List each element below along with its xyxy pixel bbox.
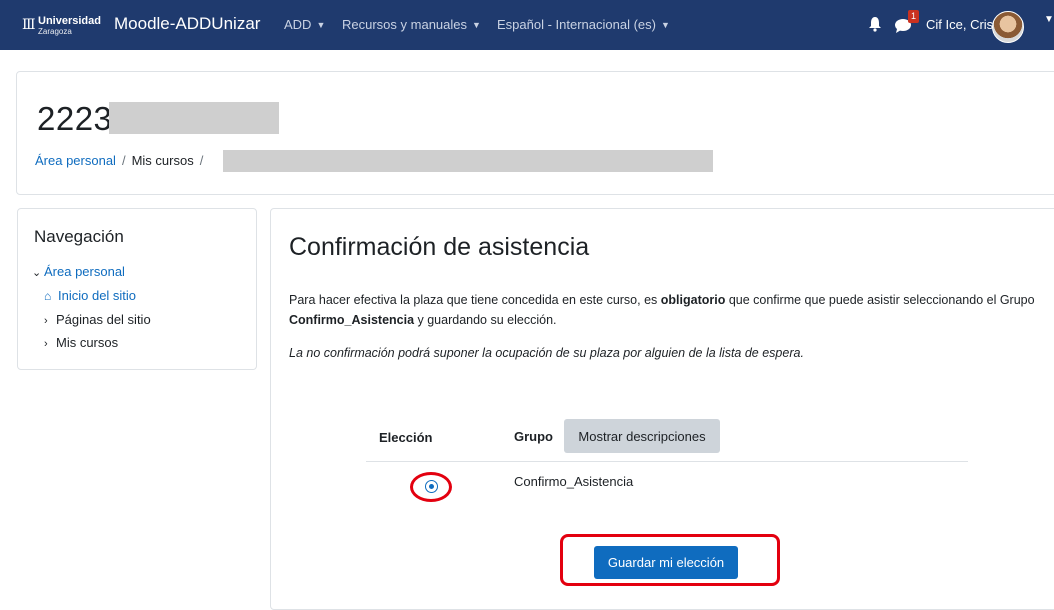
menu-recursos[interactable]: Recursos y manuales ▼ <box>342 17 481 32</box>
intro-part1: Para hacer efectiva la plaza que tiene c… <box>289 293 661 307</box>
save-choice-button[interactable]: Guardar mi elección <box>594 546 738 579</box>
choice-radio[interactable] <box>425 480 438 493</box>
intro-bold1: obligatorio <box>660 293 726 307</box>
chevron-down-icon[interactable]: ▼ <box>1044 14 1054 25</box>
nav-item-inicio[interactable]: ⌂ Inicio del sitio <box>44 288 136 303</box>
menu-language[interactable]: Español - Internacional (es) ▼ <box>497 17 670 32</box>
logo-line2: Zaragoza <box>38 27 72 36</box>
table-divider <box>366 461 968 462</box>
page-header: 2223 Área personal / Mis cursos / <box>16 71 1054 195</box>
university-logo[interactable]: Ⅲ Universidad Zaragoza <box>22 14 102 38</box>
chevron-right-icon: › <box>44 338 48 350</box>
option-label: Confirmo_Asistencia <box>514 474 634 489</box>
home-icon: ⌂ <box>44 289 52 303</box>
nav-item-label: Páginas del sitio <box>56 312 151 327</box>
intro-part2: que confirme que puede asistir seleccion… <box>725 293 1035 307</box>
intro-bold2: Confirmo_Asistencia <box>289 313 415 327</box>
site-name[interactable]: Moodle-ADDUnizar <box>114 14 260 34</box>
menu-add-label: ADD <box>284 17 312 32</box>
avatar[interactable] <box>992 11 1024 43</box>
breadcrumb: Área personal / Mis cursos / <box>35 153 209 168</box>
university-logo-icon: Ⅲ <box>22 17 36 33</box>
logo-line1: Universidad <box>38 15 101 27</box>
chevron-down-icon: ⌄ <box>32 267 42 279</box>
redacted-breadcrumb <box>223 150 713 172</box>
page-title: Confirmación de asistencia <box>289 233 590 261</box>
bell-icon[interactable] <box>868 16 882 32</box>
navigation-block: Navegación ⌄ Área personal ⌂ Inicio del si… <box>17 208 257 370</box>
caret-down-icon: ▼ <box>472 20 481 30</box>
chevron-right-icon: › <box>44 315 48 327</box>
column-header-choice: Elección <box>379 430 433 445</box>
main-content: Confirmación de asistencia Para hacer ef… <box>270 208 1054 610</box>
nav-item-label: Inicio del sitio <box>58 288 137 303</box>
nav-item-paginas[interactable]: › Páginas del sitio <box>44 312 151 327</box>
nav-item-area-personal[interactable]: ⌄ Área personal <box>32 264 125 279</box>
nav-item-label: Mis cursos <box>56 335 119 350</box>
caret-down-icon: ▼ <box>316 20 326 30</box>
breadcrumb-mis-cursos[interactable]: Mis cursos <box>132 153 194 168</box>
course-title: 2223 <box>37 100 113 137</box>
navigation-title: Navegación <box>34 227 124 246</box>
menu-recursos-label: Recursos y manuales <box>342 17 467 32</box>
breadcrumb-separator: / <box>199 153 204 168</box>
column-header-group: Grupo <box>514 429 553 444</box>
intro-text: Para hacer efectiva la plaza que tiene c… <box>289 290 1054 330</box>
breadcrumb-area-personal[interactable]: Área personal <box>35 153 116 168</box>
top-navbar: Ⅲ Universidad Zaragoza Moodle-ADDUnizar … <box>0 0 1054 50</box>
breadcrumb-separator: / <box>121 153 126 168</box>
user-name[interactable]: Cif Ice, Cris <box>926 17 993 32</box>
notification-badge: 1 <box>908 10 919 23</box>
menu-add[interactable]: ADD ▼ <box>284 17 325 32</box>
intro-part3: y guardando su elección. <box>414 313 557 327</box>
nav-item-label: Área personal <box>44 264 125 279</box>
redacted-course-name <box>109 102 279 134</box>
caret-down-icon: ▼ <box>660 20 670 30</box>
show-descriptions-button[interactable]: Mostrar descripciones <box>564 419 720 453</box>
nav-item-mis-cursos[interactable]: › Mis cursos <box>44 335 118 350</box>
menu-language-label: Español - Internacional (es) <box>497 17 656 32</box>
warning-text: La no confirmación podrá suponer la ocup… <box>289 346 804 360</box>
